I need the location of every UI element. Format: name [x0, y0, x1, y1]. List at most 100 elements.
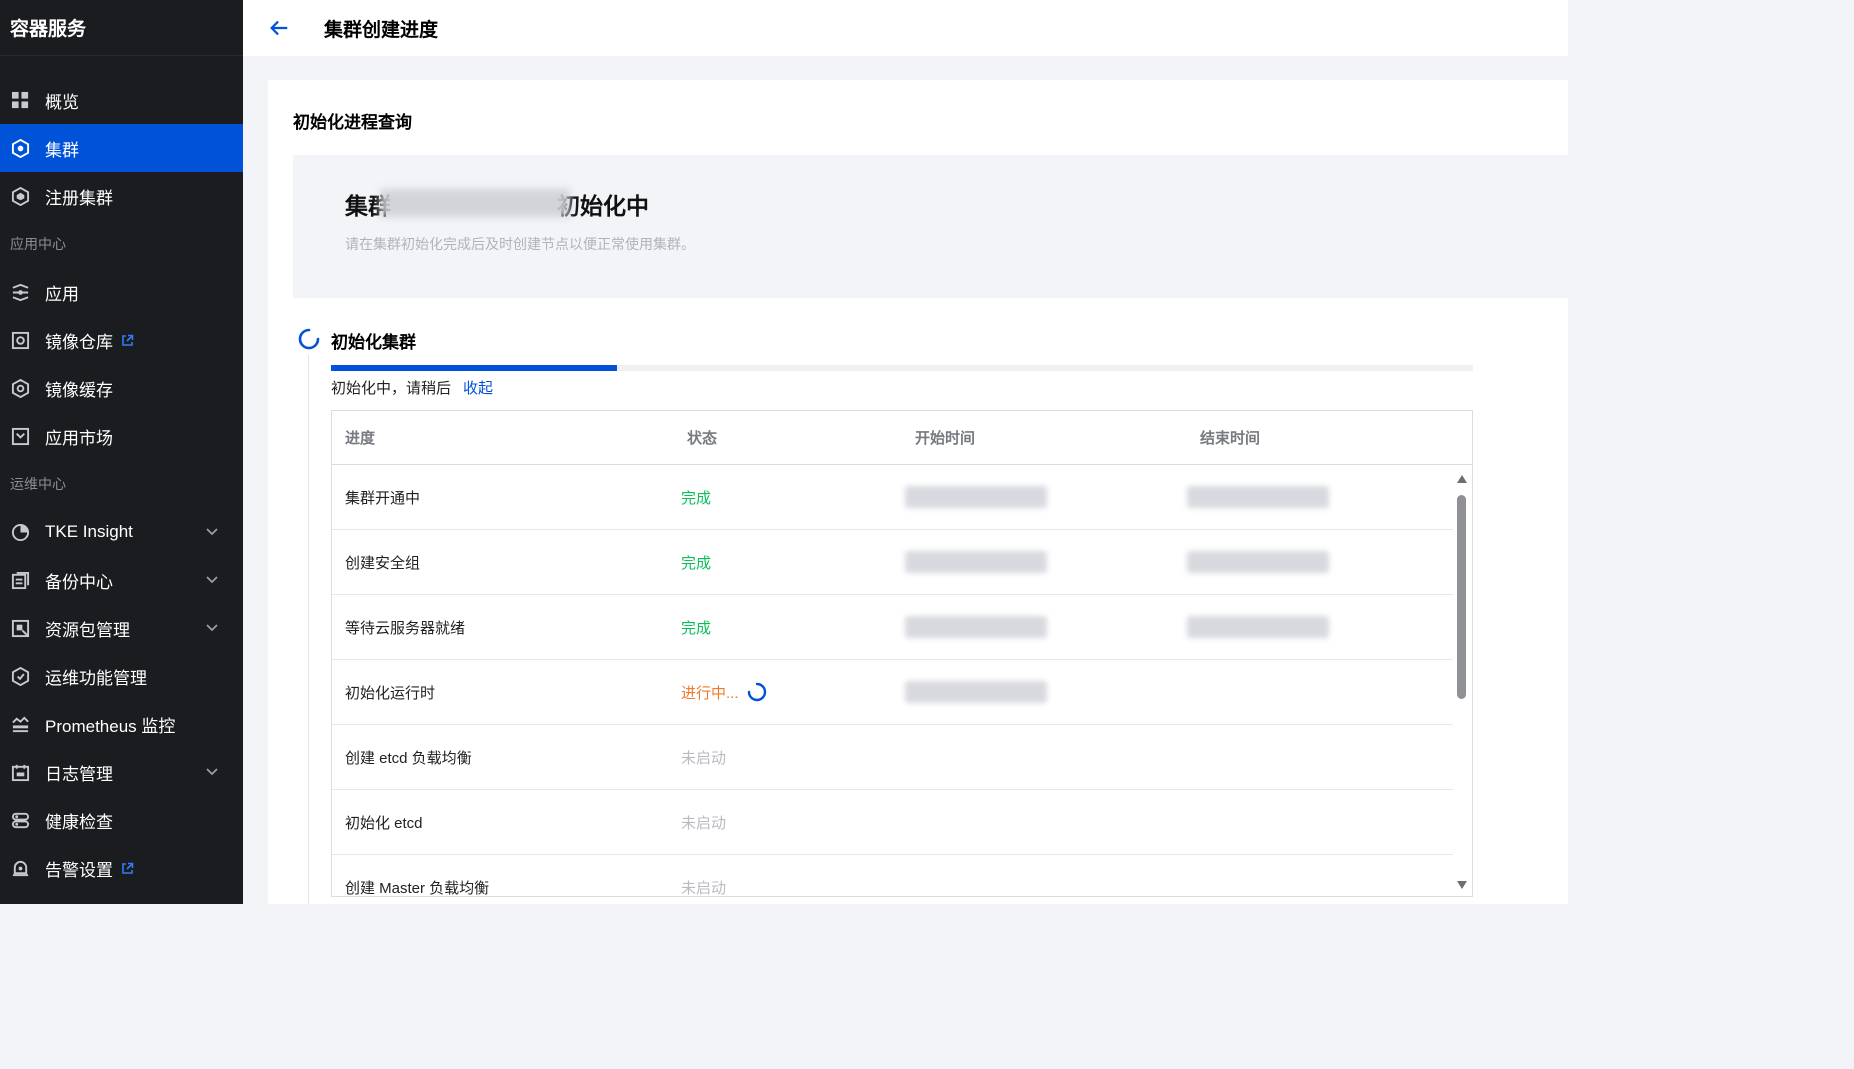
step-status: 初始化中，请稍后 收起: [331, 377, 493, 398]
step-title: 初始化集群: [331, 333, 416, 352]
row-status: 未启动: [681, 879, 727, 897]
cluster-icon: [10, 138, 30, 158]
start-time-redacted: [905, 530, 1047, 594]
external-link-icon: [121, 334, 134, 347]
row-step: 初始化 etcd: [345, 814, 423, 832]
start-time-redacted: [905, 465, 1047, 529]
column-header-status: 状态: [687, 430, 718, 447]
external-link-icon: [121, 862, 134, 875]
sidebar-item-resource-pack[interactable]: 资源包管理: [0, 604, 243, 652]
sidebar-item-label: 镜像缓存: [45, 380, 113, 400]
image-cache-icon: [10, 378, 30, 398]
row-status: 完成: [681, 619, 712, 637]
sidebar-item-label: 告警设置: [45, 860, 113, 880]
sidebar-item-overview[interactable]: 概览: [0, 76, 243, 124]
section-app-center: 应用中心: [10, 236, 66, 252]
row-status: 未启动: [681, 749, 727, 767]
sidebar-item-label: 镜像仓库: [45, 332, 113, 352]
banner-title-suffix: 初始化中: [557, 193, 649, 219]
sidebar-item-cluster[interactable]: 集群: [0, 124, 243, 172]
health-check-icon: [10, 810, 30, 830]
sidebar-item-label: 集群: [45, 140, 79, 160]
column-header-progress: 进度: [345, 430, 376, 447]
progress-bar: [331, 365, 1473, 371]
sidebar-item-label: 应用: [45, 284, 79, 304]
loading-spinner-icon: [747, 682, 766, 702]
row-step: 初始化运行时: [345, 684, 436, 702]
alarm-icon: [10, 858, 30, 878]
sidebar-item-label: 健康检查: [45, 812, 113, 832]
step-connector-line: [308, 355, 309, 904]
step-status-text: 初始化中，请稍后: [331, 380, 452, 397]
table-row: 初始化运行时 进行中...: [332, 660, 1453, 725]
sidebar-item-label: 注册集群: [45, 188, 113, 208]
collapse-link[interactable]: 收起: [463, 380, 493, 397]
progress-card: 初始化进程查询 集群 初始化中 请在集群初始化完成后及时创建节点以便正常使用集群。…: [268, 80, 1568, 904]
grid-icon: [10, 90, 30, 110]
sidebar-item-alarm[interactable]: 告警设置: [0, 844, 243, 892]
table-row: 集群开通中 完成: [332, 465, 1453, 530]
sidebar-item-image-cache[interactable]: 镜像缓存: [0, 364, 243, 412]
chevron-down-icon: [205, 572, 219, 586]
table-header: 进度 状态 开始时间 结束时间: [332, 411, 1472, 465]
row-step: 创建 etcd 负载均衡: [345, 749, 472, 767]
column-header-end-time: 结束时间: [1200, 430, 1261, 447]
table-row: 创建 Master 负载均衡 未启动: [332, 855, 1453, 897]
card-title: 初始化进程查询: [293, 113, 412, 132]
scroll-up-icon[interactable]: [1456, 473, 1468, 485]
page-title: 集群创建进度: [324, 19, 439, 41]
row-step: 创建安全组: [345, 554, 421, 572]
table-row: 创建 etcd 负载均衡 未启动: [332, 725, 1453, 790]
sidebar-item-label: 概览: [45, 92, 79, 112]
banner-subtitle: 请在集群初始化完成后及时创建节点以便正常使用集群。: [345, 236, 695, 252]
sidebar-item-ops-feature[interactable]: 运维功能管理: [0, 652, 243, 700]
start-time-redacted: [905, 595, 1047, 659]
register-cluster-icon: [10, 186, 30, 206]
brand-title: 容器服务: [0, 0, 243, 56]
end-time-redacted: [1187, 530, 1329, 594]
sidebar-item-tke-insight[interactable]: TKE Insight: [0, 508, 243, 556]
sidebar-item-label: 应用市场: [45, 428, 113, 448]
sidebar-item-app-market[interactable]: 应用市场: [0, 412, 243, 460]
ops-feature-icon: [10, 666, 30, 686]
sidebar-item-label: 日志管理: [45, 764, 113, 784]
table-scrollbar[interactable]: [1452, 465, 1472, 896]
chevron-down-icon: [205, 620, 219, 634]
sidebar-item-label: TKE Insight: [45, 522, 133, 541]
row-status: 完成: [681, 554, 712, 572]
progress-table: 进度 状态 开始时间 结束时间 集群开通中 完成 创建安全组 完成 等待云服务器…: [331, 410, 1473, 897]
log-icon: [10, 762, 30, 782]
backup-icon: [10, 570, 30, 590]
app-market-icon: [10, 426, 30, 446]
sidebar-item-register-cluster[interactable]: 注册集群: [0, 172, 243, 220]
row-status-cell: 进行中...: [681, 660, 767, 724]
end-time-redacted: [1187, 465, 1329, 529]
image-repo-icon: [10, 330, 30, 350]
sidebar-item-health-check[interactable]: 健康检查: [0, 796, 243, 844]
page-header: 集群创建进度: [243, 0, 1568, 56]
sidebar: 容器服务 概览 集群 注册集群 应用中心 应用 镜像仓库 镜像缓存 应用市场 运…: [0, 0, 243, 904]
loading-spinner-icon: [298, 328, 320, 350]
sidebar-item-prometheus[interactable]: Prometheus 监控: [0, 700, 243, 748]
progress-bar-fill: [331, 365, 617, 371]
resource-pack-icon: [10, 618, 30, 638]
status-banner: 集群 初始化中 请在集群初始化完成后及时创建节点以便正常使用集群。: [293, 155, 1568, 298]
chevron-down-icon: [205, 764, 219, 778]
table-row: 创建安全组 完成: [332, 530, 1453, 595]
sidebar-item-backup[interactable]: 备份中心: [0, 556, 243, 604]
row-step: 集群开通中: [345, 489, 421, 507]
section-ops-center: 运维中心: [10, 476, 66, 492]
row-step: 等待云服务器就绪: [345, 619, 466, 637]
monitor-icon: [10, 714, 30, 734]
end-time-redacted: [1187, 595, 1329, 659]
back-arrow-icon[interactable]: [267, 16, 291, 40]
sidebar-item-label: Prometheus 监控: [45, 716, 176, 736]
scroll-down-icon[interactable]: [1456, 879, 1468, 891]
sidebar-item-image-repo[interactable]: 镜像仓库: [0, 316, 243, 364]
table-row: 等待云服务器就绪 完成: [332, 595, 1453, 660]
sidebar-item-log[interactable]: 日志管理: [0, 748, 243, 796]
row-step: 创建 Master 负载均衡: [345, 879, 490, 897]
sidebar-item-app[interactable]: 应用: [0, 268, 243, 316]
scrollbar-thumb[interactable]: [1457, 495, 1466, 699]
row-status: 完成: [681, 489, 712, 507]
